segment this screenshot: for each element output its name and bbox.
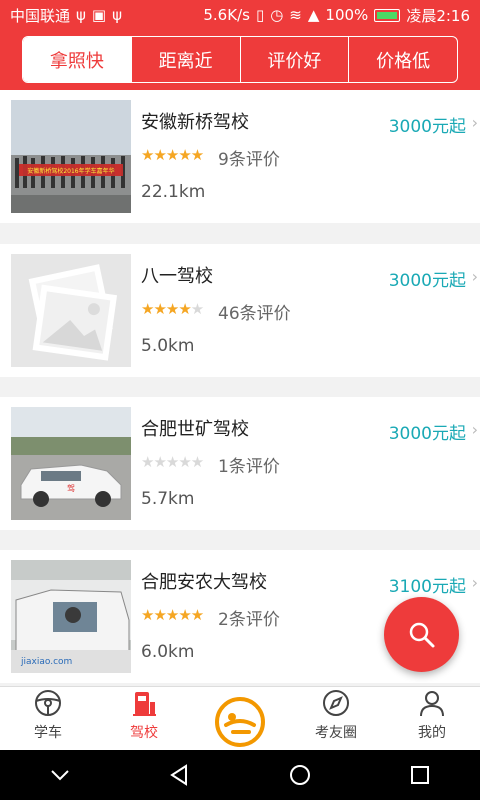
alarm-icon: ◷ [270,6,284,24]
back-icon[interactable] [168,763,192,787]
review-count: 9条评价 [218,150,280,170]
school-price: 3000元起 [388,271,466,291]
school-card[interactable]: 八一驾校 3000元起 › ★★★★★ 46条评价 5.0km [0,244,480,377]
steering-wheel-icon [35,690,61,716]
school-distance: 5.0km [141,336,195,356]
compass-icon [323,690,349,716]
school-photo: 安徽新桥驾校2016年学车嘉年华 [11,100,131,213]
status-bar: 中国联通 ψ ▣ ψ 5.6K/s ▯ ◷ ≋ ▲ 100% 凌晨2:16 [0,0,480,30]
sort-tab-price[interactable]: 价格低 [349,37,457,82]
star-icon: ★★★★ [141,300,192,318]
rating-stars: ★★★★★ [141,453,204,471]
tab-label: 驾校 [130,725,158,741]
tab-learn[interactable]: 学车 [0,687,96,750]
sort-tab-fast-license[interactable]: 拿照快 [23,37,132,82]
school-name: 八一驾校 [141,266,213,287]
system-nav-bar [0,750,480,800]
tab-label: 学车 [34,725,62,741]
tab-profile[interactable]: 我的 [384,687,480,750]
vibrate-icon: ▯ [255,6,265,24]
battery-icon [374,8,401,22]
school-card[interactable]: 安徽新桥驾校2016年学车嘉年华 安徽新桥驾校 3000元起 › ★★★★★ 9… [0,90,480,223]
rating-stars: ★★★★★ [141,606,204,624]
watermark-text: jiaxiao.com [20,657,72,667]
chevron-right-icon: › [471,573,478,592]
school-card[interactable]: 驾 合肥世矿驾校 3000元起 › ★★★★★ 1条评价 5.7km [0,397,480,530]
review-count: 1条评价 [218,457,280,477]
star-icon: ★★★★★ [141,146,204,164]
star-icon: ★★★★★ [141,606,204,624]
wifi-icon: ≋ [289,6,302,24]
sort-segmented-control: 拿照快 距离近 评价好 价格低 [22,36,458,83]
school-name: 安徽新桥驾校 [141,112,249,133]
chevron-down-icon[interactable] [48,763,72,787]
school-distance: 5.7km [141,489,195,509]
usb-icon-2: ψ [112,6,123,24]
placeholder-image-icon [11,254,131,367]
chevron-right-icon: › [471,267,478,286]
tab-label: 考友圈 [315,725,357,741]
notification-icon: ▣ [91,6,107,24]
chevron-right-icon: › [471,420,478,439]
school-icon [133,692,156,716]
battery-percent: 100% [325,6,369,24]
school-name: 合肥安农大驾校 [141,572,267,593]
rating-stars: ★★★★★ [141,300,204,318]
school-price: 3000元起 [388,424,466,444]
sort-tab-distance[interactable]: 距离近 [132,37,241,82]
clock: 凌晨2:16 [406,6,470,25]
review-count: 2条评价 [218,610,280,630]
sort-tab-rating[interactable]: 评价好 [241,37,350,82]
star-empty-icon: ★ [190,300,204,318]
school-list: 安徽新桥驾校2016年学车嘉年华 安徽新桥驾校 3000元起 › ★★★★★ 9… [0,90,480,686]
school-distance: 22.1km [141,182,206,202]
person-icon [420,691,444,717]
school-price: 3100元起 [388,577,466,597]
banner-text: 安徽新桥驾校2016年学车嘉年华 [27,167,114,175]
carrier-label: 中国联通 [10,6,71,25]
app-logo-icon [215,697,265,747]
tab-community[interactable]: 考友圈 [288,687,384,750]
school-name: 合肥世矿驾校 [141,419,249,440]
school-price: 3000元起 [388,117,466,137]
rating-stars: ★★★★★ [141,146,204,164]
signal-icon: ▲ [307,6,320,24]
search-fab-button[interactable] [384,597,459,672]
chevron-right-icon: › [471,113,478,132]
search-icon [409,622,434,647]
header: 拿照快 距离近 评价好 价格低 [0,30,480,90]
bottom-tab-bar: 学车 驾校 考友圈 我的 [0,686,480,750]
tab-home-logo[interactable] [192,687,288,750]
home-icon[interactable] [288,763,312,787]
review-count: 46条评价 [218,304,291,324]
usb-icon: ψ [76,6,86,24]
tab-label: 我的 [418,725,446,741]
star-empty-icon: ★★★★★ [141,453,204,471]
svg-text:驾: 驾 [67,483,75,493]
school-distance: 6.0km [141,642,195,662]
school-photo: jiaxiao.com [11,560,131,673]
recents-icon[interactable] [408,763,432,787]
school-photo: 驾 [11,407,131,520]
tab-schools[interactable]: 驾校 [96,687,192,750]
network-speed: 5.6K/s [203,6,250,24]
